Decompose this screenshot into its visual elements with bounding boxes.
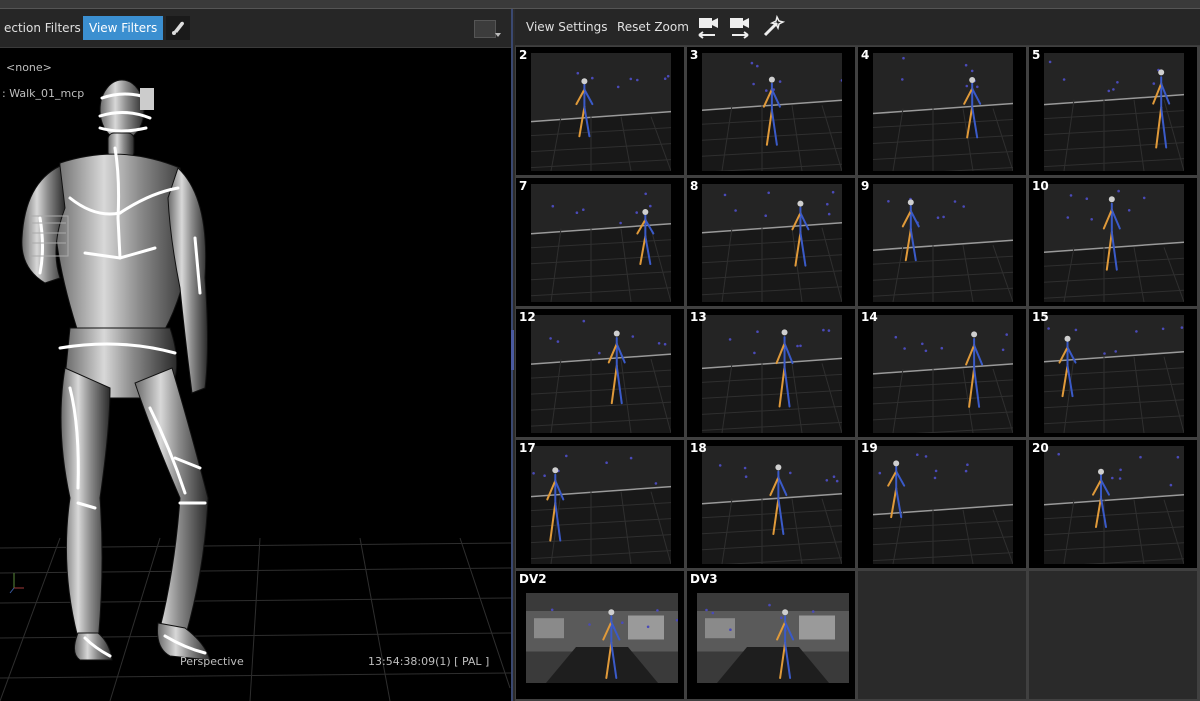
camera-label: 9	[861, 179, 870, 193]
empty-camera-slot[interactable]	[858, 571, 1026, 699]
camera-feed	[531, 446, 671, 564]
camera-label: 12	[519, 310, 536, 324]
camera-feed	[873, 446, 1013, 564]
camera-label: 7	[519, 179, 528, 193]
camera-label: 2	[519, 48, 528, 62]
camera-view-10[interactable]: 10	[1029, 178, 1197, 306]
selection-filters-button[interactable]: ection Filters	[0, 16, 87, 40]
view-mode-label: Perspective	[180, 655, 244, 668]
camera-feed	[702, 315, 842, 433]
camera-view-3[interactable]: 3	[687, 47, 855, 175]
camera-view-17[interactable]: 17	[516, 440, 684, 568]
camera-feed	[1044, 53, 1184, 171]
camera-feed	[1044, 315, 1184, 433]
camera-view-7[interactable]: 7	[516, 178, 684, 306]
camera-label: 17	[519, 441, 536, 455]
camera-view-2[interactable]: 2	[516, 47, 684, 175]
camera-feed	[873, 53, 1013, 171]
camera-label: 18	[690, 441, 707, 455]
view-filters-button[interactable]: View Filters	[83, 16, 164, 40]
top-strip	[0, 0, 1200, 9]
camera-view-5[interactable]: 5	[1029, 47, 1197, 175]
camera-view-4[interactable]: 4	[858, 47, 1026, 175]
camera-feed	[1044, 184, 1184, 302]
camera-label: 4	[861, 48, 870, 62]
video-frame	[526, 593, 678, 683]
view-settings-button[interactable]: View Settings	[526, 15, 608, 39]
camera-label: 20	[1032, 441, 1049, 455]
camera-view-19[interactable]: 19	[858, 440, 1026, 568]
3d-viewport[interactable]	[0, 48, 511, 701]
camera-prev-icon[interactable]	[695, 13, 723, 41]
camera-label: 13	[690, 310, 707, 324]
camera-feed	[531, 53, 671, 171]
camera-label: 14	[861, 310, 878, 324]
camera-view-12[interactable]: 12	[516, 309, 684, 437]
pane-splitter[interactable]	[511, 330, 514, 370]
camera-view-9[interactable]: 9	[858, 178, 1026, 306]
camera-feed	[702, 184, 842, 302]
perspective-pane[interactable]: ection Filters View Filters <none>: Wal…	[0, 9, 513, 701]
camera-view-13[interactable]: 13	[687, 309, 855, 437]
camera-label: 5	[1032, 48, 1041, 62]
wand-icon[interactable]	[759, 13, 787, 41]
camera-view-dv2[interactable]: DV2	[516, 571, 684, 699]
camera-view-14[interactable]: 14	[858, 309, 1026, 437]
camera-feed	[873, 184, 1013, 302]
paint-icon[interactable]	[166, 16, 190, 40]
camera-label: 3	[690, 48, 699, 62]
camera-view-20[interactable]: 20	[1029, 440, 1197, 568]
camera-view-8[interactable]: 8	[687, 178, 855, 306]
camera-label: DV3	[690, 572, 718, 586]
camera-label: 10	[1032, 179, 1049, 193]
camera-grid: 2 3 4 5 7 8 9 10 12 13 14 15 17 18 19 20 DV2 DV3	[515, 46, 1200, 701]
camera-toolbar: View Settings Reset Zoom	[515, 9, 1200, 46]
camera-label: 8	[690, 179, 699, 193]
timecode-label: 13:54:38:09(1) [ PAL ]	[368, 655, 490, 668]
camera-feed	[531, 184, 671, 302]
camera-next-icon[interactable]	[726, 13, 754, 41]
pane-menu-dropdown[interactable]	[474, 20, 501, 38]
take-label: : Walk_01_mcp	[2, 87, 85, 100]
camera-view-dv3[interactable]: DV3	[687, 571, 855, 699]
camera-feed	[1044, 446, 1184, 564]
camera-label: 15	[1032, 310, 1049, 324]
camera-feed	[702, 53, 842, 171]
subject-label: <none>	[6, 61, 52, 74]
video-frame	[697, 593, 849, 683]
camera-label: 19	[861, 441, 878, 455]
empty-camera-slot[interactable]	[1029, 571, 1197, 699]
camera-feed	[702, 446, 842, 564]
camera-feed	[531, 315, 671, 433]
camera-feed	[873, 315, 1013, 433]
camera-view-18[interactable]: 18	[687, 440, 855, 568]
camera-view-15[interactable]: 15	[1029, 309, 1197, 437]
left-toolbar: ection Filters View Filters	[0, 9, 511, 48]
camera-label: DV2	[519, 572, 547, 586]
reset-zoom-button[interactable]: Reset Zoom	[617, 15, 689, 39]
